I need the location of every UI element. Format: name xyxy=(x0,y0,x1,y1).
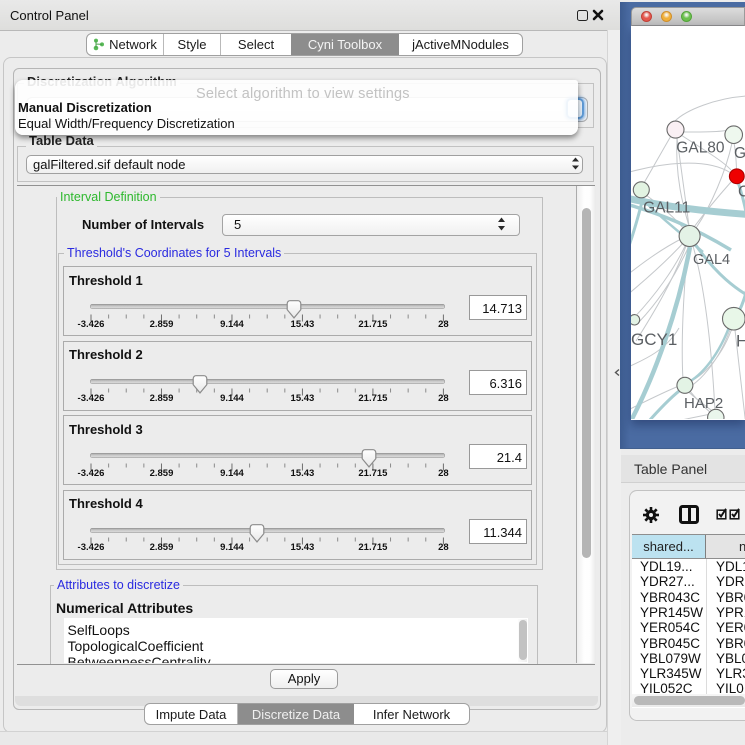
svg-text:GAL11: GAL11 xyxy=(643,200,690,217)
svg-text:C: C xyxy=(738,183,745,200)
svg-text:GAL4: GAL4 xyxy=(693,252,730,268)
svg-text:GAL80: GAL80 xyxy=(676,140,725,157)
svg-text:GCY1: GCY1 xyxy=(631,330,677,349)
svg-text:G.: G. xyxy=(734,145,745,162)
svg-text:HAP2: HAP2 xyxy=(684,395,723,412)
svg-text:H: H xyxy=(736,332,745,351)
